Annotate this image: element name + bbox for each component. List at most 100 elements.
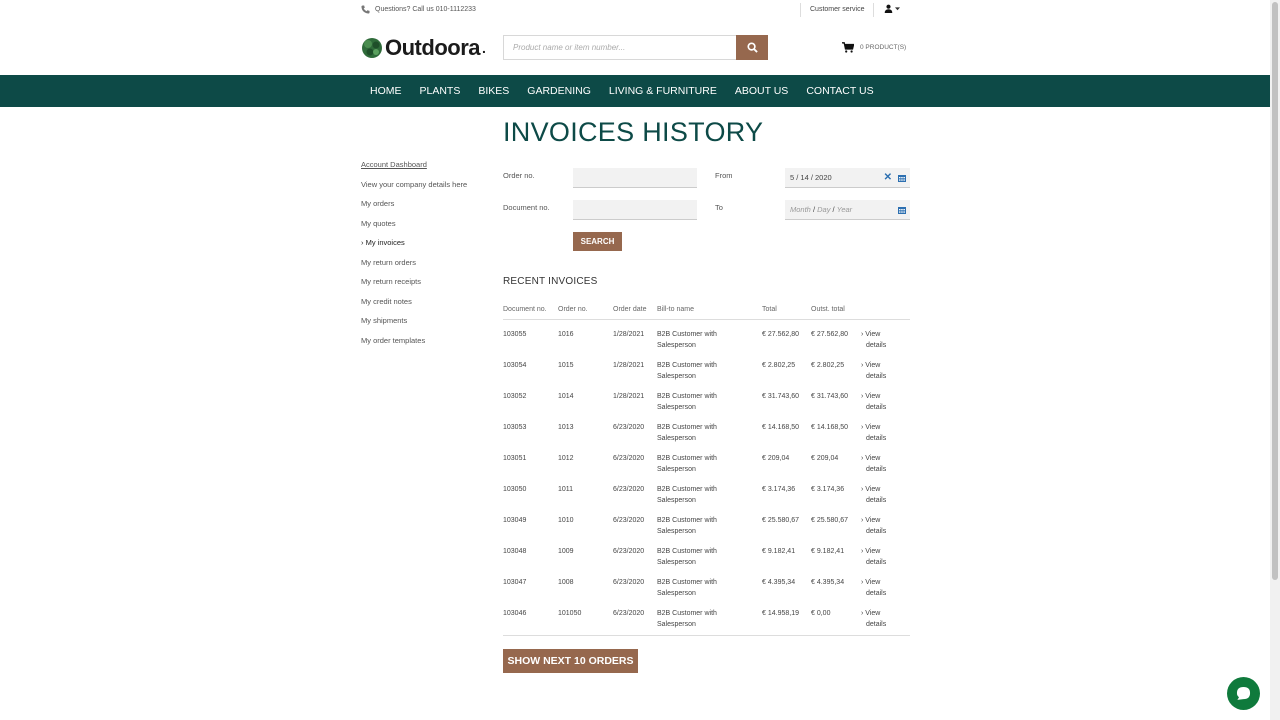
view-details-link[interactable]: › View details <box>861 537 910 568</box>
view-details-link[interactable]: › View details <box>861 475 910 506</box>
cell-order-no: 1010 <box>558 516 574 524</box>
scrollbar[interactable] <box>1270 0 1280 720</box>
cell-outst-total: € 31.743,60 <box>811 392 848 400</box>
cell-order-date: 1/28/2021 <box>613 392 645 400</box>
phone-text: Questions? Call us 010-1112233 <box>375 6 476 13</box>
cell-order-date: 1/28/2021 <box>613 330 645 338</box>
user-menu[interactable] <box>884 4 900 13</box>
view-details-line2: details <box>866 372 887 380</box>
cell-order-date: 1/28/2021 <box>613 361 645 369</box>
sidebar-item-my-invoices[interactable]: › My invoices <box>361 236 467 256</box>
sidebar-item-my-shipments[interactable]: My shipments <box>361 314 467 334</box>
bill-to-line2: Salesperson <box>657 620 696 628</box>
bill-to-line1: B2B Customer with <box>657 578 717 586</box>
view-details-line1: › View <box>861 361 881 369</box>
main-nav: HOME PLANTS BIKES GARDENING LIVING & FUR… <box>0 75 1270 107</box>
bill-to-line1: B2B Customer with <box>657 423 717 431</box>
view-details-link[interactable]: › View details <box>861 382 910 413</box>
view-details-line2: details <box>866 341 887 349</box>
view-details-line2: details <box>866 496 887 504</box>
cell-order-no: 1008 <box>558 578 574 586</box>
cell-bill-to-name: B2B Customer with Salesperson <box>657 475 762 506</box>
chat-icon <box>1236 686 1251 700</box>
view-details-link[interactable]: › View details <box>861 351 910 382</box>
nav-bikes[interactable]: BIKES <box>469 75 518 107</box>
chat-button[interactable] <box>1227 677 1260 710</box>
search-input[interactable] <box>503 35 736 60</box>
from-date-input[interactable]: 5 / 14 / 2020 ✕ <box>785 168 910 188</box>
account-sidebar: Account Dashboard View your company deta… <box>361 158 467 353</box>
table-row: 103048 1009 6/23/2020 B2B Customer with Sale… <box>503 537 910 568</box>
col-bill-to-name: Bill-to name <box>657 300 762 320</box>
col-document-no: Document no. <box>503 300 558 320</box>
bill-to-line1: B2B Customer with <box>657 361 717 369</box>
cart-link[interactable]: 0 PRODUCT(S) <box>842 42 906 53</box>
nav-gardening[interactable]: GARDENING <box>518 75 600 107</box>
table-header-row: Document no. Order no. Order date Bill-t… <box>503 300 910 320</box>
document-no-input[interactable] <box>573 200 697 220</box>
view-details-link[interactable]: › View details <box>861 568 910 599</box>
top-bar: Questions? Call us 010-1112233 Customer … <box>0 0 1270 22</box>
sidebar-item-my-return-receipts[interactable]: My return receipts <box>361 275 467 295</box>
cell-order-date: 6/23/2020 <box>613 547 645 555</box>
customer-service-link[interactable]: Customer service <box>800 3 875 17</box>
view-details-link[interactable]: › View details <box>861 444 910 475</box>
nav-home[interactable]: HOME <box>361 75 411 107</box>
bill-to-line2: Salesperson <box>657 341 696 349</box>
view-details-link[interactable]: › View details <box>861 319 910 351</box>
view-details-line1: › View <box>861 547 881 555</box>
calendar-icon[interactable] <box>898 206 906 214</box>
bill-to-line1: B2B Customer with <box>657 609 717 617</box>
invoices-table: Document no. Order no. Order date Bill-t… <box>503 300 910 636</box>
cell-bill-to-name: B2B Customer with Salesperson <box>657 598 762 636</box>
sidebar-item-my-orders[interactable]: My orders <box>361 197 467 217</box>
show-next-orders-button[interactable]: SHOW NEXT 10 ORDERS <box>503 649 638 673</box>
to-date-input[interactable]: Month / Day / Year <box>785 200 910 220</box>
view-details-line2: details <box>866 403 887 411</box>
bill-to-line1: B2B Customer with <box>657 547 717 555</box>
scrollbar-thumb[interactable] <box>1272 2 1278 580</box>
recent-invoices-heading: RECENT INVOICES <box>503 276 598 287</box>
calendar-icon[interactable] <box>898 174 906 182</box>
sidebar-item-my-credit-notes[interactable]: My credit notes <box>361 295 467 315</box>
cell-order-no: 101050 <box>558 598 613 636</box>
col-outst-total: Outst. total <box>811 300 861 320</box>
cell-document-no: 103054 <box>503 361 527 369</box>
search-invoices-button[interactable]: SEARCH <box>573 232 622 251</box>
search-button[interactable] <box>736 35 768 60</box>
cell-total: € 25.580,67 <box>762 516 799 524</box>
sidebar-item-my-order-templates[interactable]: My order templates <box>361 334 467 354</box>
cell-order-no: 1013 <box>558 423 574 431</box>
search-bar <box>503 35 768 60</box>
cell-total: € 2.802,25 <box>762 361 796 369</box>
cell-document-no: 103050 <box>503 485 527 493</box>
page-title: INVOICES HISTORY <box>503 117 764 147</box>
sidebar-item-account-dashboard[interactable]: Account Dashboard <box>361 158 467 178</box>
cell-document-no: 103053 <box>503 423 527 431</box>
cell-total: € 3.174,36 <box>762 485 796 493</box>
cell-document-no: 103049 <box>503 516 527 524</box>
nav-contact-us[interactable]: CONTACT US <box>797 75 882 107</box>
nav-living-furniture[interactable]: LIVING & FURNITURE <box>600 75 726 107</box>
table-row: 103051 1012 6/23/2020 B2B Customer with Sale… <box>503 444 910 475</box>
table-row: 103055 1016 1/28/2021 B2B Customer with Sale… <box>503 319 910 351</box>
nav-plants[interactable]: PLANTS <box>411 75 470 107</box>
to-label: To <box>715 203 723 212</box>
view-details-line1: › View <box>861 392 881 400</box>
view-details-link[interactable]: › View details <box>861 506 910 537</box>
nav-about-us[interactable]: ABOUT US <box>726 75 797 107</box>
cell-bill-to-name: B2B Customer with Salesperson <box>657 444 762 475</box>
logo[interactable]: Outdoora. <box>361 35 486 61</box>
view-details-link[interactable]: › View details <box>861 598 910 636</box>
cell-bill-to-name: B2B Customer with Salesperson <box>657 319 762 351</box>
view-details-link[interactable]: › View details <box>861 413 910 444</box>
order-no-input[interactable] <box>573 168 697 188</box>
to-year-placeholder: Year <box>836 205 853 214</box>
sidebar-item-my-quotes[interactable]: My quotes <box>361 217 467 237</box>
clear-date-icon[interactable]: ✕ <box>884 168 892 188</box>
order-no-label: Order no. <box>503 171 535 180</box>
sidebar-item-company-details[interactable]: View your company details here <box>361 178 467 198</box>
sidebar-item-my-return-orders[interactable]: My return orders <box>361 256 467 276</box>
cell-order-date: 6/23/2020 <box>613 598 657 636</box>
cell-bill-to-name: B2B Customer with Salesperson <box>657 382 762 413</box>
